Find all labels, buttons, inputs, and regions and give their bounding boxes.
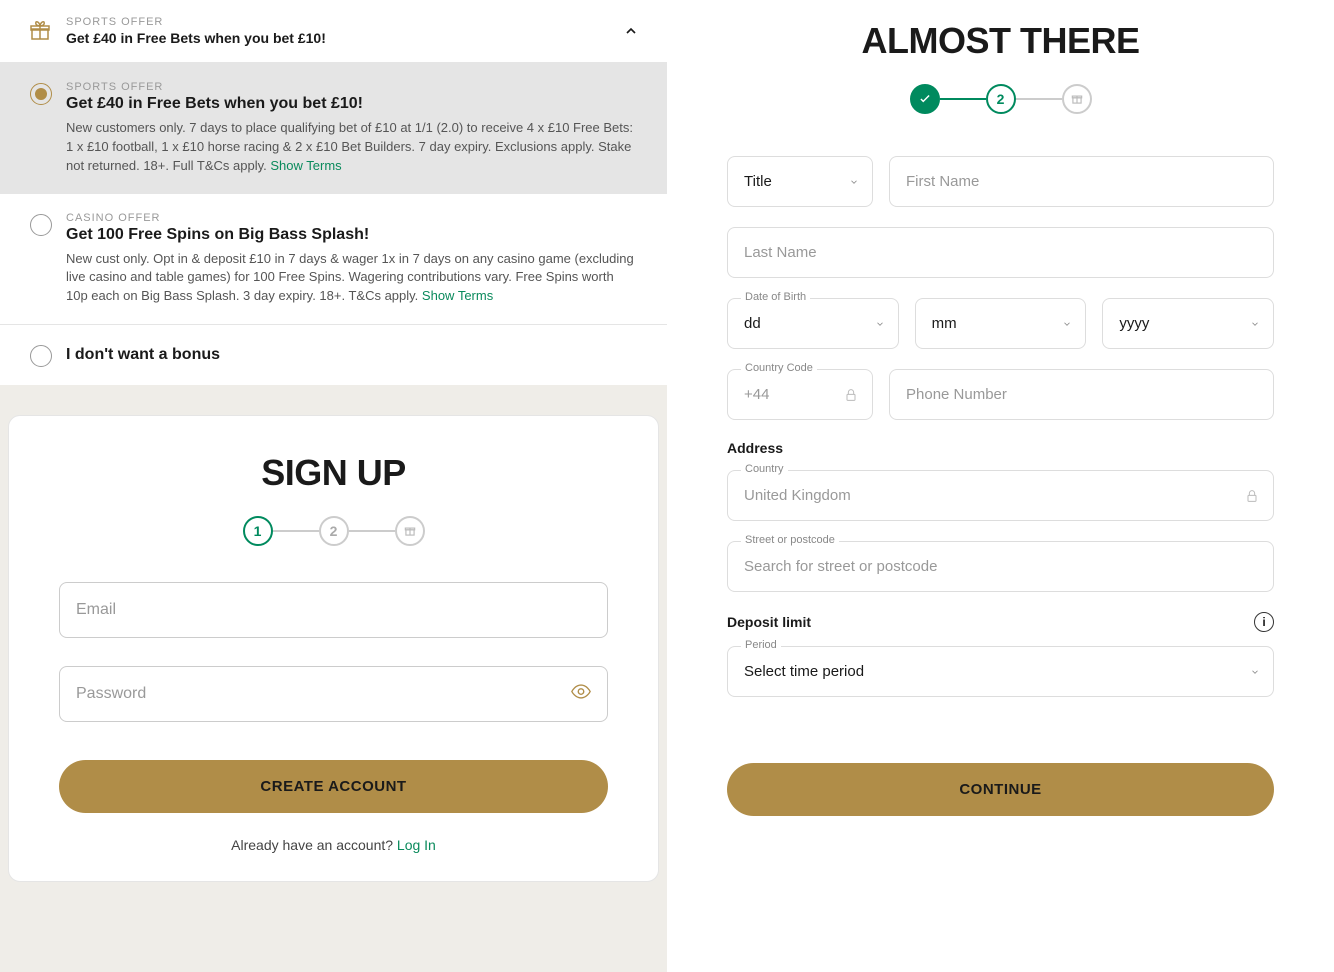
almost-there-title: ALMOST THERE [727, 20, 1274, 62]
signup-stepper: 1 2 [59, 516, 608, 546]
first-name-field[interactable] [889, 156, 1274, 207]
step-2-right: 2 [986, 84, 1016, 114]
last-name-field[interactable] [727, 227, 1274, 278]
step-line-right [1016, 98, 1062, 100]
dob-year-select[interactable]: yyyy [1102, 298, 1274, 349]
offer-header-title: Get £40 in Free Bets when you bet £10! [66, 30, 623, 46]
gift-icon [28, 19, 52, 43]
radio-none[interactable] [30, 345, 52, 367]
deposit-info-button[interactable]: i [1254, 612, 1274, 632]
login-line: Already have an account? Log In [59, 837, 608, 853]
lock-icon [843, 387, 859, 403]
street-label: Street or postcode [741, 534, 839, 546]
country-label: Country [741, 463, 788, 475]
title-select[interactable]: Title [727, 156, 873, 207]
offer-sports-title: Get £40 in Free Bets when you bet £10! [66, 95, 637, 113]
step-1: 1 [243, 516, 273, 546]
offer-sports-cat: SPORTS OFFER [66, 81, 637, 93]
offer-sports-desc: New customers only. 7 days to place qual… [66, 119, 637, 176]
street-field[interactable] [727, 541, 1274, 592]
country-field [727, 470, 1274, 521]
deposit-limit-label: Deposit limit [727, 614, 811, 630]
step-line-1 [273, 530, 319, 532]
dob-label: Date of Birth [741, 291, 810, 303]
eye-icon [570, 681, 592, 703]
dob-day-select[interactable]: dd [727, 298, 899, 349]
signup-title: SIGN UP [59, 452, 608, 494]
step-gift-right [1062, 84, 1092, 114]
step-2: 2 [319, 516, 349, 546]
lock-icon [1244, 488, 1260, 504]
email-field[interactable] [59, 582, 608, 638]
offer-header[interactable]: SPORTS OFFER Get £40 in Free Bets when y… [0, 0, 667, 63]
check-icon [918, 92, 932, 106]
period-label: Period [741, 639, 781, 651]
step-done [910, 84, 940, 114]
continue-button[interactable]: CONTINUE [727, 763, 1274, 816]
offer-casino-option[interactable]: CASINO OFFER Get 100 Free Spins on Big B… [0, 194, 667, 325]
step-gift [395, 516, 425, 546]
signup-card: SIGN UP 1 2 CREATE ACCOUNT Already have … [8, 415, 659, 882]
offer-header-category: SPORTS OFFER [66, 16, 623, 28]
login-link[interactable]: Log In [397, 837, 436, 853]
offer-none-text: I don't want a bonus [66, 346, 220, 364]
address-label: Address [727, 440, 1274, 456]
show-terms-casino[interactable]: Show Terms [422, 288, 493, 303]
phone-field[interactable] [889, 369, 1274, 420]
show-terms-sports[interactable]: Show Terms [270, 158, 341, 173]
offer-sports-option[interactable]: SPORTS OFFER Get £40 in Free Bets when y… [0, 63, 667, 194]
offer-none-option[interactable]: I don't want a bonus [0, 324, 667, 385]
offer-casino-desc: New cust only. Opt in & deposit £10 in 7… [66, 250, 637, 307]
country-code-label: Country Code [741, 362, 817, 374]
almost-there-stepper: 2 [727, 84, 1274, 114]
step-line-done [940, 98, 986, 100]
chevron-up-icon [623, 23, 639, 39]
toggle-password-button[interactable] [570, 681, 592, 708]
period-select[interactable]: Select time period [727, 646, 1274, 697]
radio-casino[interactable] [30, 214, 52, 236]
offer-casino-cat: CASINO OFFER [66, 212, 637, 224]
offer-casino-title: Get 100 Free Spins on Big Bass Splash! [66, 226, 637, 244]
radio-sports[interactable] [30, 83, 52, 105]
password-field[interactable] [59, 666, 608, 722]
dob-month-select[interactable]: mm [915, 298, 1087, 349]
step-line-2 [349, 530, 395, 532]
create-account-button[interactable]: CREATE ACCOUNT [59, 760, 608, 813]
